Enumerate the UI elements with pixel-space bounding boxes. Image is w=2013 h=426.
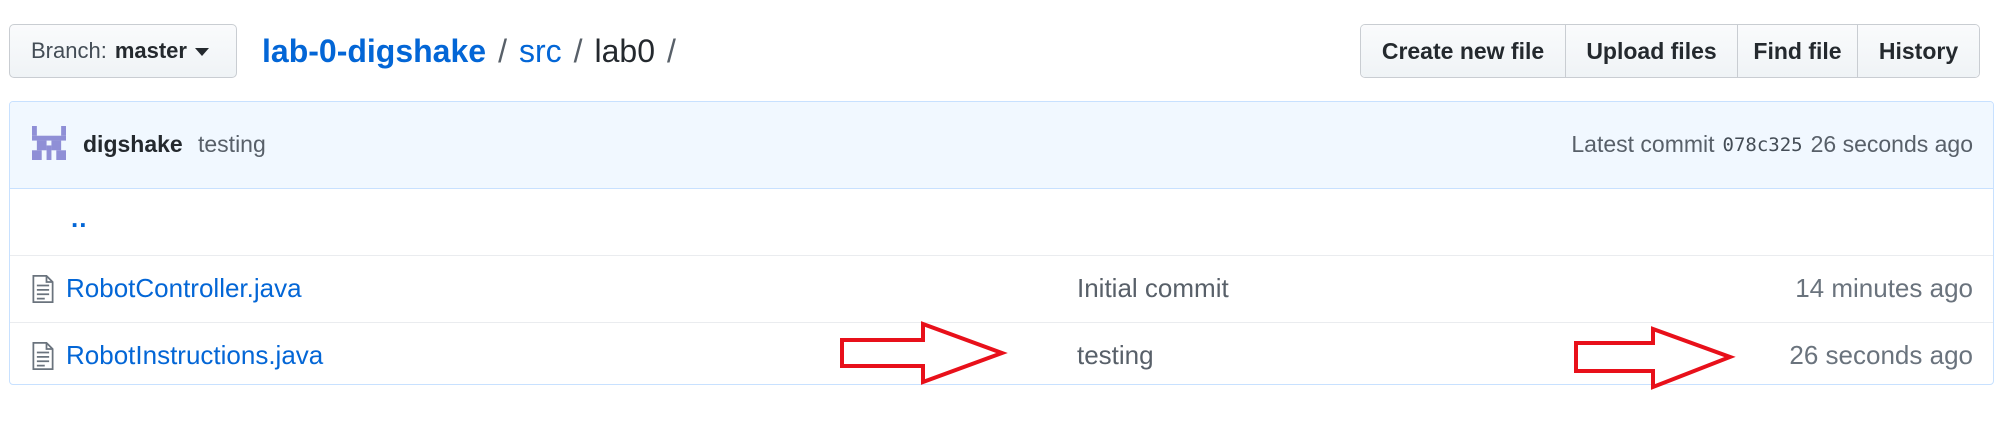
file-age: 26 seconds ago — [1789, 340, 1973, 370]
breadcrumb-separator: / — [573, 32, 583, 69]
breadcrumb-separator: / — [667, 32, 676, 69]
parent-directory-row: .. — [10, 189, 1993, 256]
file-actions-group: Create new file Upload files Find file H… — [1360, 24, 1980, 78]
avatar[interactable] — [32, 126, 66, 160]
breadcrumb-repo-link[interactable]: lab-0-digshake — [262, 33, 486, 70]
branch-name: master — [114, 38, 187, 63]
upload-files-button[interactable]: Upload files — [1566, 25, 1738, 77]
red-arrow-annotation — [1574, 326, 1736, 390]
file-link[interactable]: RobotInstructions.java — [66, 340, 323, 371]
breadcrumb-src-link[interactable]: src — [519, 33, 562, 70]
find-file-button[interactable]: Find file — [1738, 25, 1858, 77]
history-button[interactable]: History — [1858, 25, 1979, 77]
branch-selector-button[interactable]: Branch: master — [9, 24, 237, 78]
file-commit-message-link[interactable]: testing — [1077, 340, 1154, 371]
breadcrumb-current: lab0 — [594, 32, 656, 69]
file-age: 14 minutes ago — [1795, 273, 1973, 303]
commit-message-link[interactable]: testing — [198, 131, 266, 158]
commit-author-link[interactable]: digshake — [83, 131, 183, 158]
file-icon — [32, 275, 54, 303]
latest-commit-bar: digshake testing Latest commit 078c325 2… — [10, 102, 1993, 189]
parent-directory-link[interactable]: .. — [71, 203, 87, 234]
commit-age: 26 seconds ago — [1810, 131, 1973, 157]
branch-label: Branch: — [31, 38, 107, 63]
file-commit-message-link[interactable]: Initial commit — [1077, 273, 1229, 304]
commit-sha-link[interactable]: 078c325 — [1723, 134, 1803, 156]
breadcrumb-separator: / — [498, 32, 507, 69]
file-icon — [32, 342, 54, 370]
caret-down-icon — [194, 48, 209, 56]
breadcrumb: lab-0-digshake / src / lab0 / — [262, 28, 688, 74]
latest-commit-info: Latest commit 078c325 26 seconds ago — [1571, 131, 1973, 158]
file-link[interactable]: RobotController.java — [66, 273, 302, 304]
latest-commit-label: Latest commit — [1571, 131, 1715, 157]
red-arrow-annotation — [840, 321, 1008, 385]
create-new-file-button[interactable]: Create new file — [1361, 25, 1566, 77]
table-row: RobotController.java Initial commit 14 m… — [10, 256, 1993, 323]
